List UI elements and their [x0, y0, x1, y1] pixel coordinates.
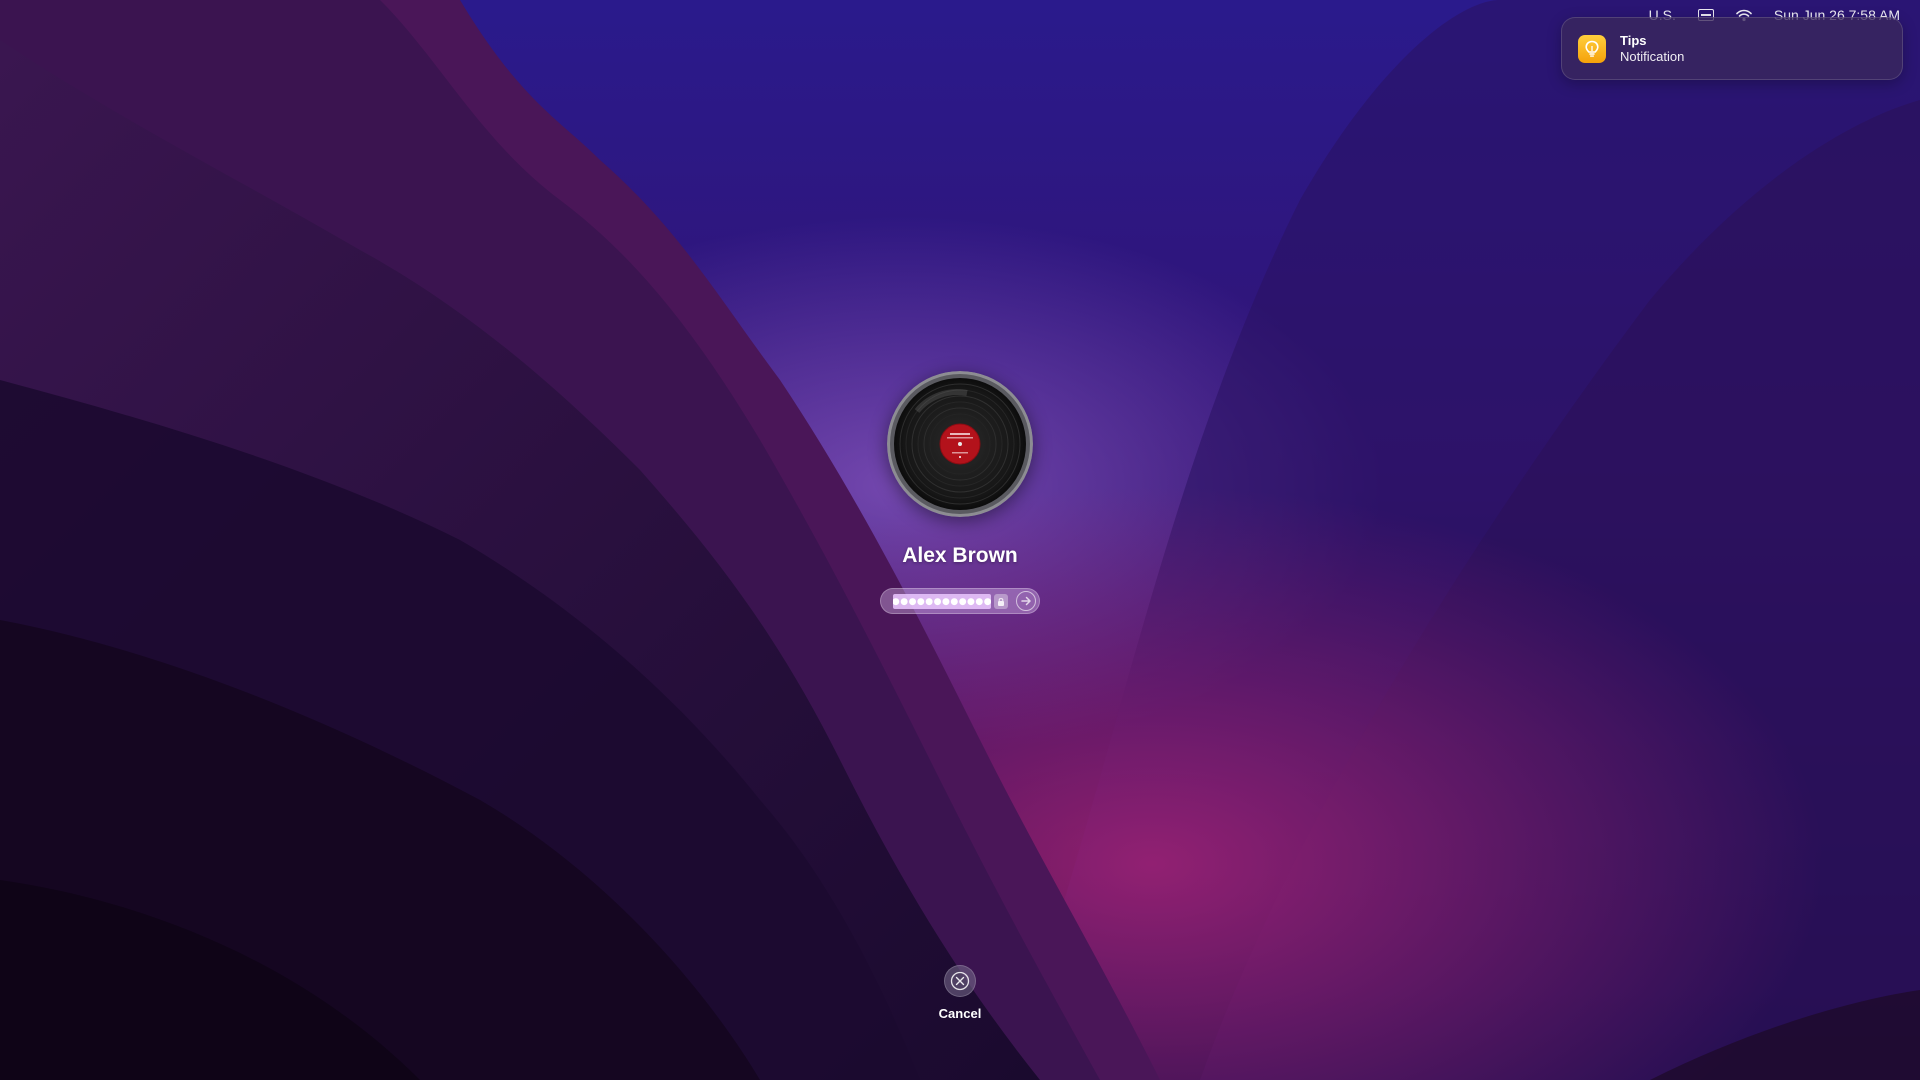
- arrow-right-icon: [1021, 596, 1031, 606]
- close-icon[interactable]: [944, 965, 976, 997]
- login-screen: U.S. Sun Jun 26 7:58 AM Tips Notificatio…: [0, 0, 1920, 1080]
- submit-arrow-button[interactable]: [1016, 591, 1036, 611]
- cancel-label: Cancel: [938, 1006, 982, 1021]
- lightbulb-icon: [1578, 34, 1606, 63]
- user-avatar[interactable]: [887, 371, 1033, 517]
- cancel-button[interactable]: Cancel: [920, 965, 1000, 1027]
- keychain-icon[interactable]: [994, 594, 1008, 609]
- vinyl-record-icon: [887, 371, 1033, 517]
- notification-text: Tips Notification: [1620, 33, 1684, 65]
- tips-notification[interactable]: Tips Notification: [1561, 17, 1903, 80]
- wallpaper: [0, 0, 1920, 1080]
- notification-title: Tips: [1620, 32, 1647, 48]
- password-input[interactable]: ●●●●●●●●●●●●: [880, 588, 1040, 614]
- notification-body: Notification: [1620, 48, 1685, 64]
- password-masked-value: ●●●●●●●●●●●●: [893, 594, 991, 609]
- user-name: Alex Brown: [902, 544, 1018, 567]
